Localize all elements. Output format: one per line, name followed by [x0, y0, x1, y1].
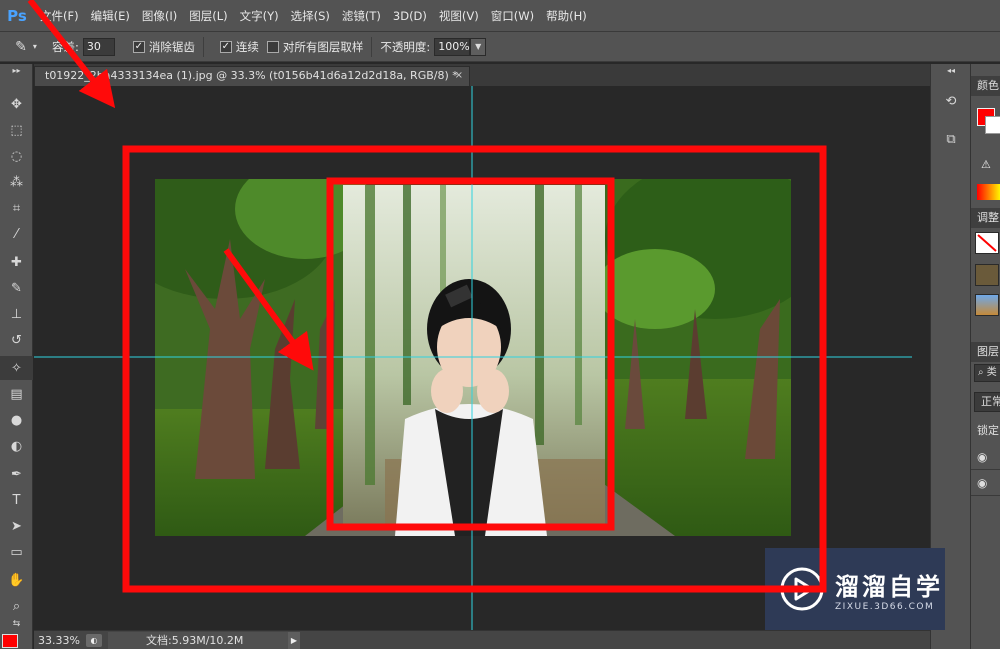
- dodge-icon[interactable]: ◐: [0, 434, 33, 458]
- sample-all-layers-checkbox[interactable]: [266, 40, 279, 53]
- chevron-down-icon[interactable]: ▼: [470, 37, 487, 56]
- zoom-icon[interactable]: ⌕: [0, 594, 33, 618]
- layer-row[interactable]: ◉: [971, 470, 1000, 496]
- layer-filter-input[interactable]: ⌕ 类: [974, 364, 1000, 382]
- status-bar: 33.33% ◐ 文档:5.93M/10.2M ▶: [34, 630, 930, 649]
- proof-icon[interactable]: ◐: [86, 633, 102, 647]
- move-icon[interactable]: ✥: [0, 92, 33, 116]
- color-panel-title[interactable]: 颜色: [971, 76, 1000, 96]
- zoom-level[interactable]: 33.33%: [34, 634, 86, 647]
- panels-column: 颜色 ⚠ 调整 图层 ⌕ 类 正常 锁定 ◉ ◉: [970, 64, 1000, 649]
- expand-icon[interactable]: ◂◂: [940, 64, 962, 76]
- options-bar: ✎ ▾ 容差: 30 ✓ 消除锯齿 ✓ 连续 对所有图层取样 不透明度: 100…: [0, 32, 1000, 62]
- gradient-icon[interactable]: ▤: [0, 382, 33, 406]
- layer-filter-kind: 类: [986, 367, 997, 378]
- antialias-label: 消除锯齿: [148, 39, 195, 54]
- menu-bar: Ps 文件(F) 编辑(E) 图像(I) 图层(L) 文字(Y) 选择(S) 滤…: [0, 0, 1000, 32]
- document-size-info: 文档:5.93M/10.2M: [108, 631, 288, 649]
- composite-image[interactable]: [155, 179, 791, 536]
- layers-panel-title[interactable]: 图层: [971, 342, 1000, 362]
- eye-icon[interactable]: ◉: [977, 450, 995, 468]
- menu-3d[interactable]: 3D(D): [387, 0, 433, 32]
- chevron-down-icon: ▾: [32, 42, 37, 51]
- image-swatch[interactable]: [975, 294, 999, 316]
- contiguous-checkbox[interactable]: ✓: [219, 40, 232, 53]
- 3d-panel-icon[interactable]: ⧉: [940, 128, 962, 150]
- opacity-value[interactable]: 100%: [434, 37, 471, 56]
- tools-panel: ▸▸ ✥ ⬚ ◌ ⁂ ⌗ ⁄ ✚ ✎ ⊥ ↺ ✧ ▤ ● ◐ ✒ T ➤ ▭ ✋…: [0, 64, 33, 649]
- tolerance-label: 容差:: [52, 39, 79, 54]
- watermark-url: ZIXUE.3D66.COM: [835, 601, 935, 612]
- layer-row[interactable]: ◉: [971, 444, 1000, 470]
- no-color-icon[interactable]: [975, 232, 999, 254]
- site-watermark: 溜溜自学 ZIXUE.3D66.COM: [765, 548, 945, 630]
- opacity-select[interactable]: 100% ▼: [434, 37, 487, 56]
- lasso-icon[interactable]: ◌: [0, 144, 33, 168]
- menu-type[interactable]: 文字(Y): [234, 0, 285, 32]
- divider: [202, 36, 204, 57]
- menu-help[interactable]: 帮助(H): [540, 0, 593, 32]
- document-tab-title: t01922_2ba4333134ea (1).jpg @ 33.3% (t01…: [45, 69, 458, 82]
- menu-image[interactable]: 图像(I): [136, 0, 183, 32]
- type-icon[interactable]: T: [0, 488, 33, 512]
- brush-icon[interactable]: ✎: [0, 276, 33, 300]
- lock-label: 锁定: [977, 424, 999, 437]
- tool-preset-picker[interactable]: ✎ ▾: [0, 32, 52, 62]
- pattern-swatch[interactable]: [975, 264, 999, 286]
- menu-select[interactable]: 选择(S): [285, 0, 336, 32]
- history-panel-icon[interactable]: ⟲: [940, 90, 962, 112]
- sample-all-layers-label: 对所有图层取样: [282, 39, 364, 54]
- menu-edit[interactable]: 编辑(E): [85, 0, 136, 32]
- play-logo-icon: [780, 567, 824, 611]
- marquee-icon[interactable]: ⬚: [0, 118, 33, 142]
- swap-colors-icon[interactable]: ⇆: [0, 617, 33, 631]
- healing-icon[interactable]: ✚: [0, 250, 33, 274]
- opacity-label: 不透明度:: [380, 39, 431, 54]
- contiguous-label: 连续: [235, 39, 259, 54]
- eye-icon[interactable]: ◉: [977, 476, 995, 494]
- menu-filter[interactable]: 滤镜(T): [336, 0, 387, 32]
- divider: [371, 36, 373, 57]
- pen-icon[interactable]: ✒: [0, 462, 33, 486]
- menu-layer[interactable]: 图层(L): [183, 0, 233, 32]
- warning-icon: ⚠: [981, 158, 991, 171]
- menu-view[interactable]: 视图(V): [433, 0, 485, 32]
- blur-icon[interactable]: ●: [0, 408, 33, 432]
- document-tab[interactable]: t01922_2ba4333134ea (1).jpg @ 33.3% (t01…: [34, 66, 470, 86]
- color-ramp[interactable]: [977, 184, 1000, 200]
- chevron-right-icon[interactable]: ▶: [288, 631, 300, 649]
- eyedropper-icon[interactable]: ⁄: [0, 222, 33, 246]
- antialias-checkbox[interactable]: ✓: [132, 40, 145, 53]
- quick-select-icon[interactable]: ⁂: [0, 170, 33, 194]
- photoshop-logo: Ps: [7, 6, 27, 25]
- collapse-icon[interactable]: ▸▸: [0, 64, 33, 76]
- stamp-icon[interactable]: ⊥: [0, 302, 33, 326]
- magic-eraser-icon[interactable]: ✧: [0, 356, 33, 380]
- adjustments-panel-title[interactable]: 调整: [971, 208, 1000, 228]
- menu-window[interactable]: 窗口(W): [485, 0, 540, 32]
- background-color-swatch[interactable]: [985, 116, 1000, 134]
- crop-icon[interactable]: ⌗: [0, 196, 33, 220]
- watermark-title: 溜溜自学: [835, 572, 943, 601]
- menu-file[interactable]: 文件(F): [34, 0, 85, 32]
- hand-icon[interactable]: ✋: [0, 568, 33, 592]
- path-select-icon[interactable]: ➤: [0, 514, 33, 538]
- magic-eraser-icon: ✎: [15, 38, 27, 55]
- tolerance-input[interactable]: 30: [82, 37, 115, 56]
- history-brush-icon[interactable]: ↺: [0, 328, 33, 352]
- close-icon[interactable]: ×: [455, 67, 463, 85]
- shape-icon[interactable]: ▭: [0, 540, 33, 564]
- blend-mode-select[interactable]: 正常: [974, 392, 1000, 412]
- foreground-color-swatch[interactable]: [2, 634, 18, 648]
- document-tab-bar: t01922_2ba4333134ea (1).jpg @ 33.3% (t01…: [34, 64, 930, 86]
